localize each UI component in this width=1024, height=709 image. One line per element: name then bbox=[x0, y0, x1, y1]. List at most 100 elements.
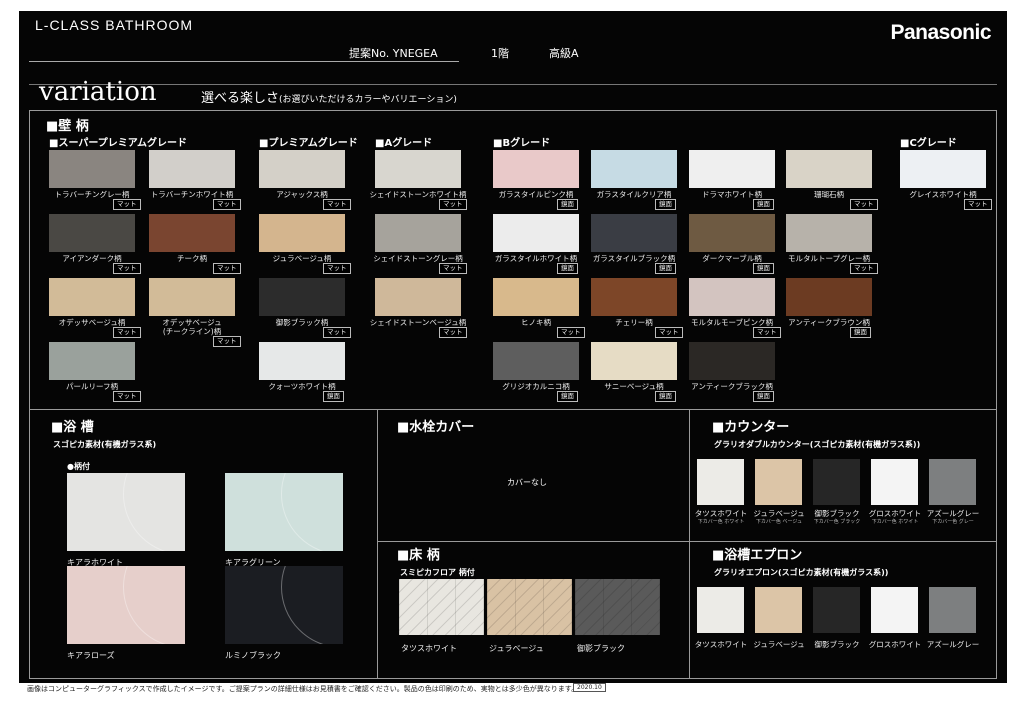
wall-swatch bbox=[591, 214, 677, 252]
wall-swatch bbox=[786, 278, 872, 316]
wall-finish-badge: マット bbox=[439, 263, 467, 274]
footer-date: 2020.10 bbox=[573, 683, 606, 692]
wall-swatch bbox=[259, 342, 345, 380]
counter-swatch bbox=[813, 459, 860, 505]
wall-swatch bbox=[493, 278, 579, 316]
floor-heading: ■床 柄 bbox=[397, 548, 440, 563]
apron-swatch bbox=[697, 587, 744, 633]
counter-swatch bbox=[929, 459, 976, 505]
bathtub-swatch bbox=[67, 473, 185, 551]
wall-swatch bbox=[689, 342, 775, 380]
wall-finish-badge: 鏡面 bbox=[753, 391, 774, 402]
bathtub-swatch bbox=[67, 566, 185, 644]
wall-swatch bbox=[49, 214, 135, 252]
wall-swatch bbox=[259, 150, 345, 188]
wall-finish-badge: マット bbox=[323, 199, 351, 210]
apron-swatch-label: 御影ブラック bbox=[814, 640, 860, 649]
wall-swatch bbox=[149, 214, 235, 252]
counter-material: グラリオダブルカウンター(スゴピカ素材(有機ガラス系)) bbox=[714, 440, 921, 449]
grade-c: ■Cグレード bbox=[900, 138, 957, 149]
wall-swatch bbox=[591, 278, 677, 316]
wall-finish-badge: 鏡面 bbox=[850, 327, 871, 338]
wall-swatch bbox=[591, 150, 677, 188]
wall-finish-badge: マット bbox=[113, 199, 141, 210]
wall-finish-badge: 鏡面 bbox=[655, 199, 676, 210]
panasonic-logo: Panasonic bbox=[890, 21, 991, 44]
presentation-sheet: L-CLASS BATHROOM 提案No. YNEGEA 1階 高級A Pan… bbox=[19, 11, 1007, 683]
wall-finish-badge: マット bbox=[655, 327, 683, 338]
wall-swatch bbox=[689, 214, 775, 252]
grade-premium: ■プレミアムグレード bbox=[259, 138, 358, 149]
apron-material: グラリオエプロン(スゴピカ素材(有機ガラス系)) bbox=[714, 568, 889, 577]
wall-swatch bbox=[375, 150, 461, 188]
apron-swatch bbox=[755, 587, 802, 633]
bathtub-pattern: ●柄付 bbox=[67, 462, 90, 471]
apron-swatch-label: グロスホワイト bbox=[868, 640, 922, 649]
wall-finish-badge: 鏡面 bbox=[655, 263, 676, 274]
bathtub-swatch-label: ルミノブラック bbox=[225, 651, 281, 660]
wall-finish-badge: マット bbox=[850, 199, 878, 210]
wall-swatch bbox=[49, 278, 135, 316]
wall-swatch bbox=[149, 150, 235, 188]
brand-title: L-CLASS BATHROOM bbox=[35, 17, 194, 33]
faucet-cover-heading: ■水栓カバー bbox=[397, 420, 475, 435]
title-divider bbox=[29, 84, 997, 85]
wall-swatch bbox=[375, 214, 461, 252]
wall-swatch bbox=[259, 278, 345, 316]
floor-swatch bbox=[487, 579, 572, 635]
wall-finish-badge: マット bbox=[213, 336, 241, 347]
wall-finish-badge: マット bbox=[557, 327, 585, 338]
grade-label: 高級A bbox=[549, 47, 579, 60]
wall-finish-badge: 鏡面 bbox=[323, 391, 344, 402]
counter-swatch-sublabel: 下カバー色 ベージュ bbox=[755, 519, 803, 525]
faucet-cover-value: カバーなし bbox=[507, 478, 547, 487]
grade-super-premium: ■スーパープレミアムグレード bbox=[49, 138, 188, 149]
wall-swatch bbox=[149, 278, 235, 316]
counter-swatch-sublabel: 下カバー色 ブラック bbox=[813, 519, 861, 525]
wall-swatch bbox=[900, 150, 986, 188]
wall-swatch bbox=[375, 278, 461, 316]
wall-finish-badge: マット bbox=[753, 327, 781, 338]
wall-finish-badge: マット bbox=[323, 263, 351, 274]
apron-swatch bbox=[871, 587, 918, 633]
footer-note: 画像はコンピューターグラフィックスで作成したイメージです。ご提案プランの詳細仕様… bbox=[27, 685, 579, 693]
apron-swatch-label: ジュラベージュ bbox=[753, 640, 805, 649]
floor-material: スミピカフロア 柄付 bbox=[400, 568, 475, 577]
bathtub-swatch bbox=[225, 473, 343, 551]
floor-swatch bbox=[575, 579, 660, 635]
wall-swatch bbox=[493, 342, 579, 380]
variation-title: variation bbox=[39, 77, 157, 107]
wall-heading: ■壁 柄 bbox=[46, 119, 89, 134]
wall-finish-badge: 鏡面 bbox=[753, 263, 774, 274]
counter-swatch bbox=[755, 459, 802, 505]
apron-swatch bbox=[929, 587, 976, 633]
grade-a: ■Aグレード bbox=[375, 138, 433, 149]
floor-swatch-label: ジュラベージュ bbox=[489, 644, 544, 653]
wall-swatch bbox=[786, 214, 872, 252]
wall-swatch bbox=[49, 342, 135, 380]
wall-swatch bbox=[493, 150, 579, 188]
counter-swatch-sublabel: 下カバー色 ホワイト bbox=[871, 519, 919, 525]
variation-subtitle: 選べる楽しさ(お選びいただけるカラーやバリエーション) bbox=[201, 91, 457, 106]
header-divider bbox=[29, 61, 459, 62]
wall-swatch bbox=[49, 150, 135, 188]
wall-finish-badge: マット bbox=[213, 199, 241, 210]
wall-swatch bbox=[259, 214, 345, 252]
wall-finish-badge: マット bbox=[323, 327, 351, 338]
wall-finish-badge: マット bbox=[439, 199, 467, 210]
counter-swatch bbox=[697, 459, 744, 505]
wall-finish-badge: 鏡面 bbox=[655, 391, 676, 402]
grade-b: ■Bグレード bbox=[493, 138, 551, 149]
wall-finish-badge: マット bbox=[850, 263, 878, 274]
counter-swatch-sublabel: 下カバー色 グレー bbox=[932, 519, 974, 525]
apron-heading: ■浴槽エプロン bbox=[712, 548, 803, 563]
wall-finish-badge: マット bbox=[439, 327, 467, 338]
wall-finish-badge: マット bbox=[964, 199, 992, 210]
apron-swatch bbox=[813, 587, 860, 633]
wall-swatch bbox=[493, 214, 579, 252]
counter-heading: ■カウンター bbox=[712, 420, 790, 435]
wall-finish-badge: 鏡面 bbox=[753, 199, 774, 210]
apron-swatch-label: タツスホワイト bbox=[694, 640, 748, 649]
bathtub-swatch bbox=[225, 566, 343, 644]
proposal-number: 提案No. YNEGEA bbox=[349, 47, 438, 60]
